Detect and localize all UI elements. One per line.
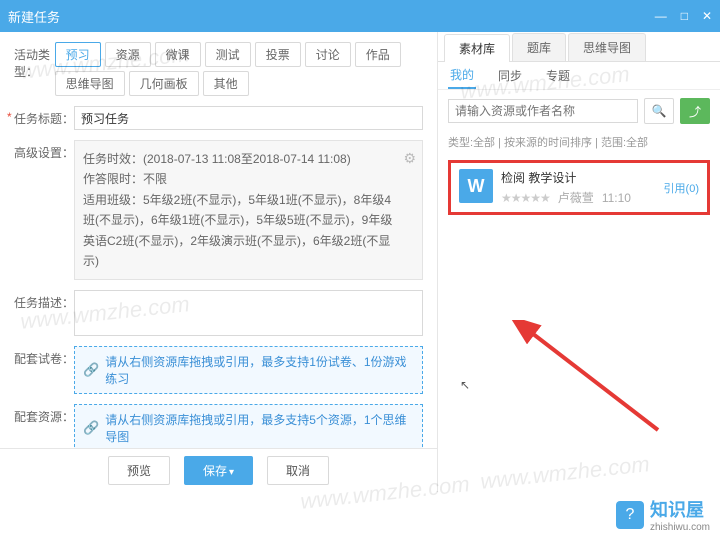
upload-button[interactable]: ⤴ [680,98,710,124]
activity-tab-8[interactable]: 几何画板 [129,71,199,96]
task-title-label: 任务标题： [14,106,74,127]
resource-card[interactable]: W 检阅 教学设计 ★★★★★ 卢薇萱 11:10 引用(0) [448,160,710,215]
right-tab-2[interactable]: 思维导图 [568,33,646,61]
link-icon: 🔗 [83,420,99,436]
activity-tab-3[interactable]: 测试 [205,42,251,67]
brand-badge: ? 知识屋 zhishiwu.com [616,496,710,533]
task-title-input[interactable] [74,106,423,130]
answer-limit: 作答限时：不限 [83,169,394,189]
filter-row[interactable]: 类型:全部 | 按来源的时间排序 | 范围:全部 [438,132,720,156]
resource-author: 卢薇萱 [558,189,594,206]
cancel-button[interactable]: 取消 [267,456,329,485]
activity-type-label: 活动类型： [14,42,55,80]
activity-tab-7[interactable]: 思维导图 [55,71,125,96]
right-tab-1[interactable]: 题库 [512,33,566,61]
link-icon: 🔗 [83,362,99,378]
desc-label: 任务描述： [14,290,74,311]
resource-title: 检阅 教学设计 [501,169,656,186]
sub-tab-2[interactable]: 专题 [544,63,572,88]
resource-dropzone[interactable]: 🔗 请从右侧资源库拖拽或引用，最多支持5个资源，1个思维导图 [74,404,423,448]
search-input[interactable] [448,99,638,123]
sub-tab-0[interactable]: 我的 [448,62,476,89]
activity-tab-6[interactable]: 作品 [355,42,401,67]
search-button[interactable]: 🔍 [644,98,674,124]
right-tab-0[interactable]: 素材库 [444,34,510,62]
gear-icon[interactable]: ⚙ [403,147,416,171]
activity-tab-5[interactable]: 讨论 [305,42,351,67]
minimize-icon[interactable]: ― [655,9,667,23]
advanced-panel: ⚙ 任务时效：(2018-07-13 11:08至2018-07-14 11:0… [74,140,423,280]
chevron-down-icon: ▾ [229,467,234,478]
desc-input[interactable] [74,290,423,336]
task-time: 任务时效：(2018-07-13 11:08至2018-07-14 11:08) [83,149,394,169]
resource-label: 配套资源： [14,404,74,425]
resource-time: 11:10 [602,191,631,205]
activity-tab-2[interactable]: 微课 [155,42,201,67]
brand-icon: ? [616,501,644,529]
close-icon[interactable]: ✕ [702,9,712,23]
save-button[interactable]: 保存▾ [184,456,253,485]
paper-label: 配套试卷： [14,346,74,367]
window-title: 新建任务 [8,7,60,26]
star-rating: ★★★★★ [501,191,550,205]
activity-tab-1[interactable]: 资源 [105,42,151,67]
advanced-label: 高级设置： [14,140,74,161]
maximize-icon[interactable]: □ [681,9,688,23]
preview-button[interactable]: 预览 [108,456,170,485]
paper-dropzone[interactable]: 🔗 请从右侧资源库拖拽或引用，最多支持1份试卷、1份游戏练习 [74,346,423,394]
resource-thumb: W [459,169,493,203]
activity-tab-0[interactable]: 预习 [55,42,101,67]
sub-tab-1[interactable]: 同步 [496,63,524,88]
activity-tab-4[interactable]: 投票 [255,42,301,67]
activity-type-tabs: 预习资源微课测试投票讨论作品思维导图几何画板其他 [55,42,423,96]
activity-tab-9[interactable]: 其他 [203,71,249,96]
cite-link[interactable]: 引用(0) [664,180,699,196]
applicable-classes: 适用班级：5年级2班(不显示)，5年级1班(不显示)，8年级4班(不显示)，6年… [83,190,394,272]
